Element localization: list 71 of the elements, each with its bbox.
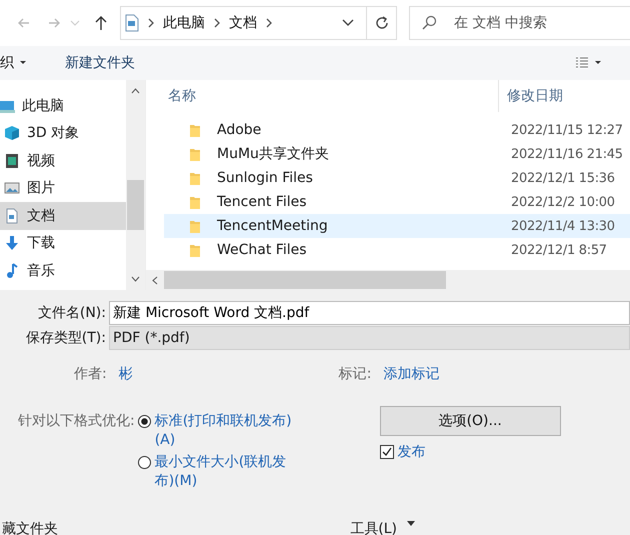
checkbox-label[interactable]: 发布: [398, 443, 426, 461]
scrollbar[interactable]: [146, 270, 630, 290]
field-label: 文件名(N):: [36, 304, 107, 322]
scroll-thumb[interactable]: [164, 271, 446, 289]
down-arrow-icon: [4, 235, 20, 252]
tags-label: 标记:: [338, 365, 372, 383]
organize-menu[interactable]: 织: [0, 54, 27, 72]
folder-icon: [189, 146, 201, 162]
chevron-icon: [265, 18, 273, 28]
file-row[interactable]: TencentMeeting 2022/11/4 13:30: [164, 214, 630, 238]
search-field[interactable]: 在 文档 中搜索: [409, 6, 630, 40]
folder-icon: [189, 170, 201, 186]
folder-icon: [189, 218, 201, 234]
sidebar-item[interactable]: 下载: [0, 230, 126, 257]
file-type-dropdown[interactable]: PDF (*.pdf): [109, 326, 630, 350]
sidebar-item[interactable]: 视频: [0, 147, 126, 174]
options-button[interactable]: 选项(O)...: [380, 406, 561, 436]
radio-button[interactable]: [138, 415, 151, 428]
chevron-icon: [213, 18, 221, 28]
image-icon: [4, 180, 20, 196]
tools-menu[interactable]: 工具(L): [350, 521, 397, 535]
folder-icon: [189, 194, 201, 210]
scroll-thumb[interactable]: [127, 180, 144, 230]
search-icon: [421, 15, 437, 31]
dropdown-icon[interactable]: [342, 19, 354, 27]
up-icon[interactable]: [94, 15, 108, 31]
cube-icon: [4, 125, 20, 142]
refresh-icon: [374, 16, 389, 30]
scroll-down-icon: [131, 276, 140, 282]
column-header[interactable]: 修改日期: [498, 80, 563, 112]
film-icon: [4, 152, 20, 169]
breadcrumb[interactable]: 文档: [229, 14, 257, 32]
scroll-left-icon: [152, 276, 158, 284]
scroll-up-icon: [131, 88, 140, 94]
breadcrumb[interactable]: 此电脑: [163, 14, 205, 32]
new-folder-button[interactable]: 新建文件夹: [65, 54, 135, 72]
file-row[interactable]: Adobe 2022/11/15 12:27: [164, 118, 630, 142]
sidebar-item[interactable]: 此电脑: [0, 92, 126, 120]
caret-icon[interactable]: [595, 61, 602, 65]
document-icon: [125, 14, 139, 32]
field-label: 保存类型(T):: [24, 328, 107, 346]
sidebar-item[interactable]: 图片: [0, 174, 126, 202]
file-name-field[interactable]: 新建 Microsoft Word 文档.pdf: [109, 300, 630, 324]
refresh-button[interactable]: [366, 6, 397, 40]
add-tags-link[interactable]: 添加标记: [383, 365, 440, 383]
file-row[interactable]: MuMu共享文件夹 2022/11/16 21:45: [164, 142, 630, 166]
music-note-icon: [4, 262, 20, 279]
file-row[interactable]: WeChat Files 2022/12/1 8:57: [164, 238, 630, 262]
radio-label[interactable]: 最小文件大小(联机发布)(M): [154, 453, 298, 491]
optimize-label: 针对以下格式优化:: [18, 412, 135, 431]
radio-label[interactable]: 标准(打印和联机发布)(A): [154, 412, 298, 450]
sidebar-item[interactable]: 3D 对象: [0, 120, 126, 147]
author-label: 作者:: [74, 365, 107, 383]
file-row[interactable]: Tencent Files 2022/12/2 10:00: [164, 190, 630, 214]
view-details-icon[interactable]: [575, 56, 589, 70]
document-icon: [4, 208, 20, 224]
checkbox[interactable]: [380, 445, 394, 459]
scrollbar[interactable]: [126, 80, 145, 290]
folder-icon: [189, 122, 201, 138]
caret-icon: [20, 61, 27, 65]
sidebar-item[interactable]: 文档: [0, 202, 126, 230]
author-value[interactable]: 彬: [118, 365, 339, 383]
file-row[interactable]: Sunlogin Files 2022/12/1 15:36: [164, 166, 630, 190]
hide-folders-button[interactable]: 藏文件夹: [0, 521, 58, 535]
caret-icon[interactable]: [407, 521, 415, 526]
folder-icon: [189, 242, 201, 258]
address-bar[interactable]: 此电脑 文档: [120, 6, 368, 40]
chevron-icon: [147, 18, 155, 28]
sidebar-item[interactable]: 音乐: [0, 257, 126, 284]
radio-button[interactable]: [138, 456, 151, 469]
column-header[interactable]: 名称: [146, 80, 498, 112]
